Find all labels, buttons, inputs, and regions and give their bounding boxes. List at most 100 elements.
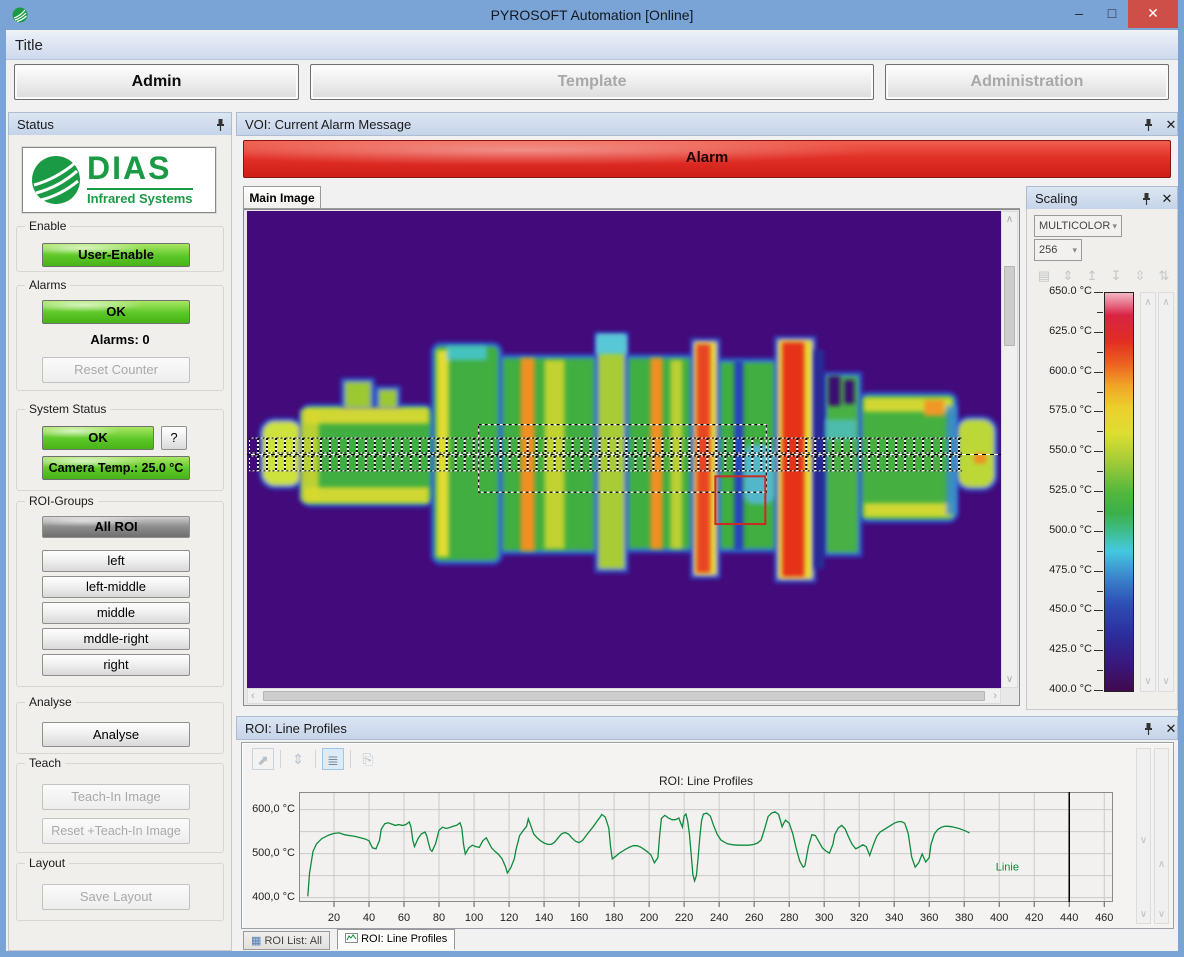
x-tick-label: 220 — [675, 912, 693, 924]
fit-vertical-icon[interactable]: ⇕ — [287, 748, 309, 770]
scale-tick — [1094, 690, 1103, 691]
teach-in-image-button[interactable]: Teach-In Image — [42, 784, 190, 810]
tab-line-profiles[interactable]: ROI: Line Profiles — [337, 929, 455, 950]
scroll-down-icon[interactable]: ∨ — [1002, 674, 1017, 685]
chevron-down-icon[interactable]: ∨ — [1141, 676, 1155, 687]
chart-scroll-track-2[interactable]: ∧ ∨ — [1154, 748, 1169, 924]
chevron-down-icon[interactable]: ∨ — [1155, 909, 1168, 920]
x-tick-label: 200 — [640, 912, 658, 924]
pin-icon[interactable] — [1141, 192, 1152, 206]
copy-icon[interactable]: ⎘ — [357, 748, 379, 770]
vscroll-thumb[interactable] — [1004, 266, 1015, 346]
voi-panel-header: VOI: Current Alarm Message ✕ — [236, 112, 1178, 136]
status-panel-title: Status — [17, 117, 54, 132]
scale-shift-icon[interactable]: ⇅ — [1154, 267, 1174, 285]
scale-tick — [1094, 411, 1103, 412]
scale-min-slider[interactable]: ∧ ∨ — [1158, 292, 1174, 692]
roi-group-button[interactable]: left — [42, 550, 190, 572]
tab-main-image[interactable]: Main Image — [243, 186, 321, 209]
scale-min-down-icon[interactable]: ↧ — [1106, 267, 1126, 285]
scale-tick-label: 425.0 °C — [1026, 643, 1092, 655]
chevron-down-icon[interactable]: ∨ — [1159, 676, 1173, 687]
x-tick-label: 440 — [1060, 912, 1078, 924]
thermal-image[interactable] — [247, 211, 1001, 688]
nav-tab-admin[interactable]: Admin — [14, 64, 299, 100]
image-hscrollbar[interactable]: ‹ › — [247, 688, 1001, 704]
enable-group-label: Enable — [25, 219, 70, 233]
roi-group-button[interactable]: right — [42, 654, 190, 676]
close-icon[interactable]: ✕ — [1163, 717, 1179, 740]
title-strip: Title — [6, 32, 1178, 60]
scale-auto-icon[interactable]: ⇕ — [1058, 267, 1078, 285]
export-icon[interactable]: ⬈ — [252, 748, 274, 770]
close-icon[interactable]: ✕ — [1159, 187, 1175, 210]
alarm-banner: Alarm — [243, 140, 1171, 178]
user-enable-button[interactable]: User-Enable — [42, 243, 190, 267]
title-bar[interactable]: PYROSOFT Automation [Online] – □ ✕ — [0, 0, 1184, 30]
roi-group-button[interactable]: mddle-right — [42, 628, 190, 650]
x-tick-label: 420 — [1025, 912, 1043, 924]
close-button[interactable]: ✕ — [1128, 0, 1178, 28]
scale-tick-label: 650.0 °C — [1026, 285, 1092, 297]
line-profiles-chart[interactable]: 2040608010012014016018020022024026028030… — [299, 792, 1113, 931]
toolbar-separator — [280, 750, 281, 768]
scale-stretch-icon[interactable]: ⇳ — [1130, 267, 1150, 285]
chevron-down-icon: ▾ — [1072, 240, 1077, 260]
scale-minor-tick — [1097, 312, 1103, 313]
roi-group-button[interactable]: All ROI — [42, 516, 190, 538]
tab-roi-list[interactable]: ▦ ROI List: All — [243, 931, 330, 950]
nav-tab-administration[interactable]: Administration — [885, 64, 1169, 100]
chart-scroll-track-1[interactable]: ∨ ∨ — [1136, 748, 1151, 924]
save-layout-button[interactable]: Save Layout — [42, 884, 190, 910]
scale-tick-label: 600.0 °C — [1026, 365, 1092, 377]
scale-minor-tick — [1097, 471, 1103, 472]
system-help-button[interactable]: ? — [161, 426, 187, 450]
scale-properties-icon[interactable]: ▤ — [1034, 267, 1054, 285]
chevron-down-icon[interactable]: ∨ — [1137, 835, 1150, 846]
toolbar-separator — [350, 750, 351, 768]
x-tick-label: 100 — [465, 912, 483, 924]
chevron-up-icon[interactable]: ∧ — [1159, 297, 1173, 308]
dias-subtitle: Infrared Systems — [87, 188, 193, 206]
close-icon[interactable]: ✕ — [1163, 113, 1179, 136]
scale-tick — [1094, 332, 1103, 333]
chevron-up-icon[interactable]: ∧ — [1155, 859, 1168, 870]
reset-counter-button[interactable]: Reset Counter — [42, 357, 190, 383]
roi-group-button[interactable]: left-middle — [42, 576, 190, 598]
palette-select-value: MULTICOLOR — [1039, 220, 1110, 232]
scale-minor-tick — [1097, 551, 1103, 552]
maximize-button[interactable]: □ — [1096, 0, 1128, 28]
hscroll-thumb[interactable] — [263, 691, 985, 701]
chevron-down-icon[interactable]: ∨ — [1137, 909, 1150, 920]
reset-teach-in-image-button[interactable]: Reset +Teach-In Image — [42, 818, 190, 844]
scale-tick — [1094, 531, 1103, 532]
y-tick-label: 400,0 °C — [238, 891, 295, 903]
alarms-group-label: Alarms — [25, 278, 70, 292]
levels-select[interactable]: ▾ 256 — [1034, 239, 1082, 261]
dias-brand: DIAS — [87, 150, 171, 187]
image-vscrollbar[interactable]: ∧ ∨ — [1001, 211, 1018, 688]
minimize-button[interactable]: – — [1062, 0, 1096, 28]
list-view-icon[interactable]: ≣ — [322, 748, 344, 770]
nav-tab-template[interactable]: Template — [310, 64, 874, 100]
scale-max-slider[interactable]: ∧ ∨ — [1140, 292, 1156, 692]
roi-group-button[interactable]: middle — [42, 602, 190, 624]
x-tick-label: 140 — [535, 912, 553, 924]
x-tick-label: 460 — [1095, 912, 1113, 924]
pin-icon[interactable] — [1143, 722, 1154, 736]
roi-groups-group-label: ROI-Groups — [25, 494, 98, 508]
temperature-colorbar — [1104, 292, 1134, 692]
scroll-right-icon[interactable]: › — [993, 690, 997, 702]
x-tick-label: 300 — [815, 912, 833, 924]
scroll-left-icon[interactable]: ‹ — [251, 690, 255, 702]
scale-minor-tick — [1097, 630, 1103, 631]
pin-icon[interactable] — [1143, 118, 1154, 132]
chevron-up-icon[interactable]: ∧ — [1141, 297, 1155, 308]
scroll-up-icon[interactable]: ∧ — [1002, 214, 1017, 225]
scale-max-up-icon[interactable]: ↥ — [1082, 267, 1102, 285]
scale-tick-label: 575.0 °C — [1026, 404, 1092, 416]
palette-select[interactable]: ▾ MULTICOLOR — [1034, 215, 1122, 237]
pin-icon[interactable] — [215, 118, 226, 132]
voi-panel-title: VOI: Current Alarm Message — [245, 117, 411, 132]
analyse-button[interactable]: Analyse — [42, 722, 190, 747]
